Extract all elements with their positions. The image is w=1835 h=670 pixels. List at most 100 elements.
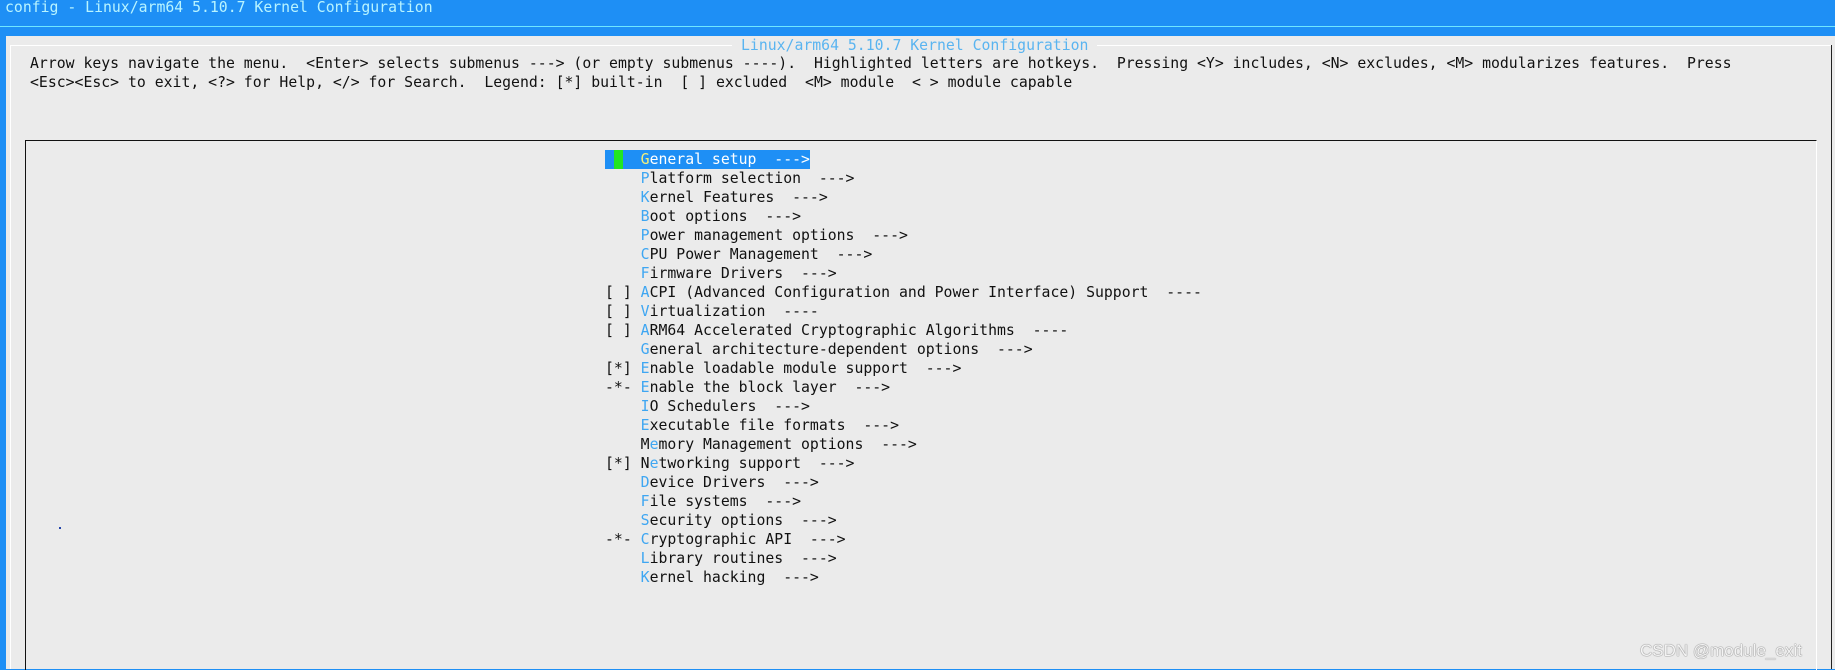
hotkey-letter: A: [640, 322, 650, 339]
menu-item-state: [605, 493, 641, 510]
menu-item[interactable]: Boot options --->: [605, 207, 801, 226]
hotkey-letter: A: [640, 284, 650, 301]
menu-item-state: [605, 569, 641, 586]
menu-item-state: [605, 417, 641, 434]
menu-item-label: latform selection --->: [649, 170, 855, 187]
menu-item[interactable]: Memory Management options --->: [605, 435, 917, 454]
menu-item-label: ile systems --->: [649, 493, 802, 510]
hotkey-letter: F: [640, 493, 650, 510]
menu-item[interactable]: [*] Networking support --->: [605, 454, 854, 473]
menu-item-state: [605, 246, 641, 263]
menu-item-state: [605, 189, 641, 206]
menu-item-label: ibrary routines --->: [649, 550, 837, 567]
menu-item-label: oot options --->: [649, 208, 802, 225]
menu-item-state: [605, 550, 641, 567]
menu-item[interactable]: [*] Enable loadable module support --->: [605, 359, 961, 378]
menu-item[interactable]: -*- Cryptographic API --->: [605, 530, 846, 549]
hotkey-letter: F: [640, 265, 650, 282]
hotkey-letter: K: [640, 569, 650, 586]
menu-item-label: xecutable file formats --->: [649, 417, 899, 434]
menu-item-label: irmware Drivers --->: [649, 265, 837, 282]
menu-item-label: ecurity options --->: [649, 512, 837, 529]
menu-item[interactable]: General setup --->: [605, 150, 810, 169]
menu-item[interactable]: Power management options --->: [605, 226, 908, 245]
menu-item[interactable]: Kernel Features --->: [605, 188, 828, 207]
dialog-border: [10, 45, 11, 669]
menu-item[interactable]: Executable file formats --->: [605, 416, 899, 435]
menu-item[interactable]: Firmware Drivers --->: [605, 264, 837, 283]
menu-item-label: eneral setup --->: [649, 151, 810, 168]
menu-item[interactable]: Platform selection --->: [605, 169, 855, 188]
menu-item-state: [605, 436, 641, 453]
menu-item[interactable]: Security options --->: [605, 511, 837, 530]
watermark: CSDN @module_exit: [1640, 641, 1802, 660]
menu-item[interactable]: General architecture-dependent options -…: [605, 340, 1033, 359]
menu-item-state: [ ]: [605, 303, 641, 320]
menu-item-label: tworking support --->: [658, 455, 855, 472]
menu-item-label: RM64 Accelerated Cryptographic Algorithm…: [649, 322, 1069, 339]
menu-item[interactable]: Library routines --->: [605, 549, 837, 568]
menu-item-label: M: [640, 436, 650, 453]
hotkey-letter: I: [640, 398, 650, 415]
menu-item[interactable]: IO Schedulers --->: [605, 397, 810, 416]
menu-item[interactable]: Kernel hacking --->: [605, 568, 819, 587]
menu-item-state: [605, 170, 641, 187]
menu-item-state: [605, 341, 641, 358]
menu-item[interactable]: [ ] ARM64 Accelerated Cryptographic Algo…: [605, 321, 1068, 340]
menu-item-label: nable loadable module support --->: [649, 360, 962, 377]
menu-item-label: ernel Features --->: [649, 189, 828, 206]
menu-item-label: O Schedulers --->: [649, 398, 810, 415]
help-text-line-2: <Esc><Esc> to exit, <?> for Help, </> fo…: [30, 74, 1073, 91]
menu-item-state: [*]: [605, 455, 641, 472]
window-titlebar: config - Linux/arm64 5.10.7 Kernel Confi…: [0, 0, 1835, 26]
hotkey-letter: E: [640, 417, 650, 434]
menu-item[interactable]: [ ] ACPI (Advanced Configuration and Pow…: [605, 283, 1202, 302]
menu-item-state: [605, 208, 641, 225]
stray-dot: [59, 527, 61, 529]
titlebar-divider: [0, 26, 1835, 27]
menu-item-state: [ ]: [605, 284, 641, 301]
menu-item-state: [605, 474, 641, 491]
hotkey-letter: P: [640, 227, 650, 244]
menu-list: [25, 140, 1817, 670]
menu-item-state: [ ]: [605, 322, 641, 339]
hotkey-letter: D: [640, 474, 650, 491]
window-title: config - Linux/arm64 5.10.7 Kernel Confi…: [5, 0, 433, 16]
menu-item[interactable]: File systems --->: [605, 492, 801, 511]
menu-item-label: evice Drivers --->: [649, 474, 819, 491]
menu-item[interactable]: Device Drivers --->: [605, 473, 819, 492]
menu-item[interactable]: [ ] Virtualization ----: [605, 302, 819, 321]
menu-item-label: ernel hacking --->: [649, 569, 819, 586]
menu-item[interactable]: CPU Power Management --->: [605, 245, 873, 264]
hotkey-letter: C: [640, 246, 650, 263]
menu-item[interactable]: -*- Enable the block layer --->: [605, 378, 890, 397]
hotkey-letter: P: [640, 170, 650, 187]
menu-item-state: -*-: [605, 379, 641, 396]
menu-item-label: ower management options --->: [649, 227, 908, 244]
menu-item-label: mory Management options --->: [658, 436, 917, 453]
hotkey-letter: G: [640, 341, 650, 358]
menu-item-state: [605, 512, 641, 529]
hotkey-letter: E: [640, 360, 650, 377]
cursor-block: [614, 150, 623, 169]
hotkey-letter: S: [640, 512, 650, 529]
menu-item-label: nable the block layer --->: [649, 379, 891, 396]
hotkey-letter: L: [640, 550, 650, 567]
menu-item-label: CPI (Advanced Configuration and Power In…: [649, 284, 1202, 301]
hotkey-letter: K: [640, 189, 650, 206]
menu-item-state: [605, 227, 641, 244]
menu-item-label: N: [640, 455, 650, 472]
menu-item-state: [605, 265, 641, 282]
menu-item-label: irtualization ----: [649, 303, 819, 320]
help-text-line-1: Arrow keys navigate the menu. <Enter> se…: [30, 55, 1732, 72]
menu-item-state: -*-: [605, 531, 641, 548]
menu-item-state: [605, 398, 641, 415]
hotkey-letter: V: [640, 303, 650, 320]
menu-item-label: ryptographic API --->: [649, 531, 846, 548]
hotkey-letter: B: [640, 208, 650, 225]
dialog-title: Linux/arm64 5.10.7 Kernel Configuration: [732, 36, 1098, 55]
menu-item-state: [*]: [605, 360, 641, 377]
menu-item-label: PU Power Management --->: [649, 246, 873, 263]
menu-item-label: eneral architecture-dependent options --…: [649, 341, 1033, 358]
hotkey-letter: G: [640, 151, 650, 168]
